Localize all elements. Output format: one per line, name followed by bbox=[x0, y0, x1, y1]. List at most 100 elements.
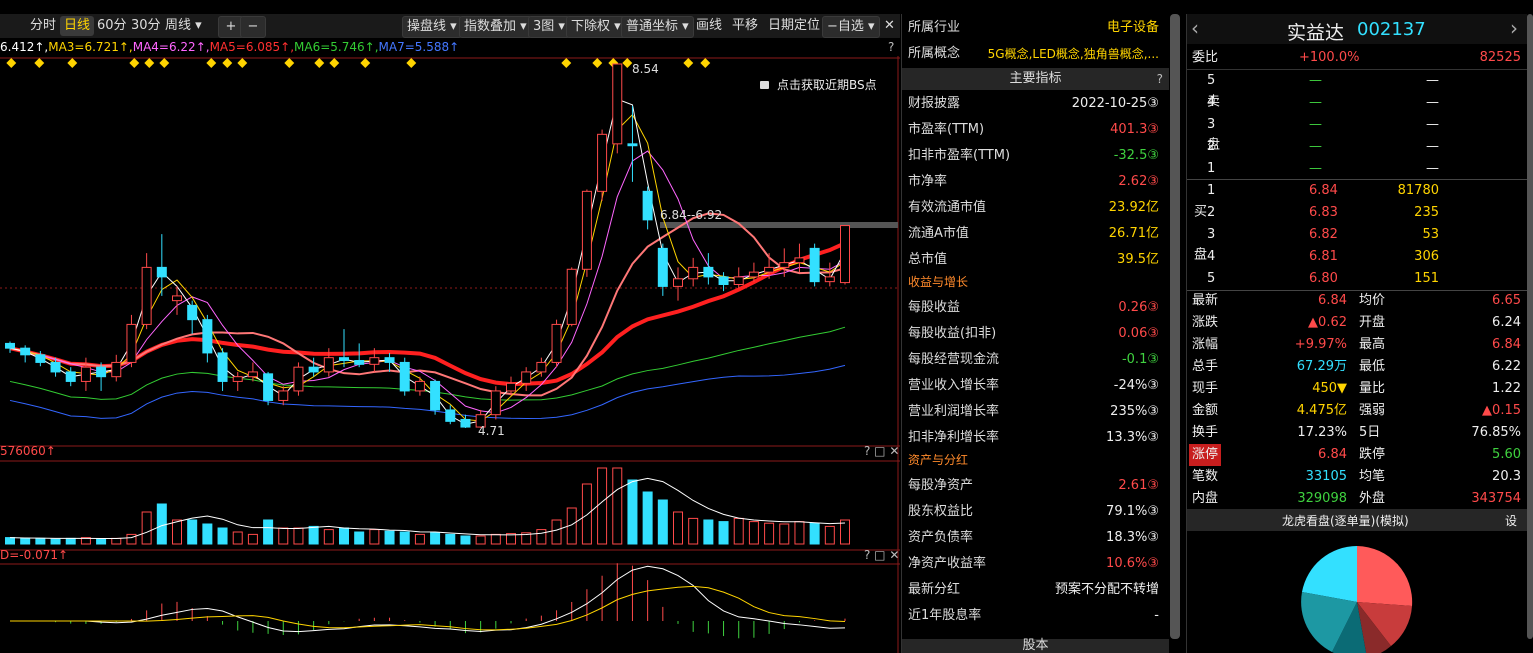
volume-bar bbox=[475, 535, 486, 545]
prev-stock-icon[interactable]: ‹ bbox=[1191, 16, 1199, 40]
volume-bar bbox=[278, 527, 289, 545]
order-book-row[interactable]: 5 — — bbox=[1187, 70, 1527, 92]
draw-line-button[interactable]: 画线 bbox=[692, 16, 726, 36]
kline-chart-area[interactable]: 分时 日线 60分 30分 周线 ▾ + − 操盘线 ▾ 指数叠加 ▾ 3图 ▾… bbox=[0, 0, 900, 653]
order-book-row[interactable]: 3 6.82 53 bbox=[1187, 224, 1527, 246]
indicator-value[interactable]: 0.06③ bbox=[1118, 323, 1159, 345]
volume-bar bbox=[794, 521, 805, 545]
order-book-row[interactable]: 2— — bbox=[1187, 136, 1527, 158]
volume-bar bbox=[20, 537, 31, 545]
share-capital-header[interactable]: 股本 bbox=[902, 639, 1169, 653]
bs-hint[interactable]: 点击获取近期BS点 bbox=[760, 76, 877, 93]
candle-body bbox=[506, 382, 516, 392]
order-price: — bbox=[1309, 117, 1322, 132]
bs-marker bbox=[622, 58, 633, 68]
indicator-value[interactable]: 18.3%③ bbox=[1106, 527, 1159, 549]
main-indicators-title: 主要指标 bbox=[1009, 71, 1062, 86]
indicator-value[interactable]: 2022-10-25③ bbox=[1072, 93, 1159, 115]
volume-bar bbox=[156, 503, 167, 545]
pan-button[interactable]: 平移 bbox=[728, 16, 762, 36]
stat-label: 强弱 bbox=[1359, 403, 1386, 418]
candle-body bbox=[824, 276, 835, 283]
industry-row: 所属行业 电子设备 bbox=[908, 17, 1163, 39]
volume-bar bbox=[126, 533, 137, 545]
indicator-row: 资产负债率 18.3%③ bbox=[908, 527, 1163, 549]
candle-body bbox=[232, 376, 243, 382]
candle-body bbox=[339, 357, 349, 362]
volume-bar bbox=[703, 519, 714, 545]
quote-scrollbar[interactable] bbox=[1527, 14, 1533, 639]
indicator-value[interactable]: - bbox=[1154, 605, 1159, 627]
indicator-value[interactable]: 2.62③ bbox=[1118, 171, 1159, 193]
indicator-value[interactable]: 13.3%③ bbox=[1106, 427, 1159, 449]
order-book-row[interactable]: 5 6.80 151 bbox=[1187, 268, 1527, 290]
indicator-value[interactable]: 2.61③ bbox=[1118, 475, 1159, 497]
indicator-value[interactable]: 39.5亿 bbox=[1117, 249, 1159, 271]
candle-body bbox=[293, 366, 304, 392]
indicator-value[interactable]: 79.1%③ bbox=[1106, 501, 1159, 523]
candle-body bbox=[490, 390, 501, 416]
industry-label: 所属行业 bbox=[908, 20, 961, 35]
dragon-settings-button[interactable]: 设 bbox=[1505, 512, 1517, 529]
order-book-row[interactable]: 4 6.81 306 bbox=[1187, 246, 1527, 268]
indicator-row: 每股净资产 2.61③ bbox=[908, 475, 1163, 497]
indicator-value[interactable]: 401.3③ bbox=[1110, 119, 1159, 141]
indicator-value[interactable]: 26.71亿 bbox=[1109, 223, 1159, 245]
candle-body bbox=[50, 361, 61, 373]
help-icon[interactable]: ? bbox=[888, 40, 894, 54]
candle-body bbox=[5, 342, 15, 349]
zoom-out-button[interactable]: − bbox=[240, 16, 266, 38]
indicator-label: 营业收入增长率 bbox=[908, 378, 1000, 393]
candle-body bbox=[20, 347, 31, 356]
indicator-value[interactable]: 0.26③ bbox=[1118, 297, 1159, 319]
volume-bar bbox=[141, 511, 152, 545]
tab-30min[interactable]: 30分 bbox=[127, 16, 165, 36]
tab-weekly-dropdown[interactable]: 周线 ▾ bbox=[161, 16, 206, 36]
indicator-value[interactable]: 235%③ bbox=[1110, 401, 1159, 423]
date-locate-button[interactable]: 日期定位 bbox=[764, 16, 824, 36]
bs-marker bbox=[6, 58, 17, 68]
tab-60min[interactable]: 60分 bbox=[93, 16, 131, 36]
volume-panel-controls[interactable]: ? □ ✕ bbox=[864, 444, 899, 458]
concept-value[interactable]: 5G概念,LED概念,独角兽概念,... bbox=[988, 43, 1159, 65]
order-price: — bbox=[1309, 161, 1322, 176]
indicator-value[interactable]: 预案不分配不转增 bbox=[1055, 579, 1159, 601]
tab-daily[interactable]: 日线 bbox=[60, 16, 95, 36]
order-book-row[interactable]: 1 6.84 81780 bbox=[1187, 180, 1527, 202]
stat-label: 涨幅 bbox=[1192, 337, 1219, 352]
coordinate-dropdown[interactable]: 普通坐标 ▾ bbox=[621, 16, 694, 38]
macd-panel-controls[interactable]: ? □ ✕ bbox=[864, 548, 899, 562]
volume-bar bbox=[399, 531, 410, 545]
candle-body bbox=[779, 262, 790, 268]
bs-marker bbox=[360, 58, 371, 68]
ex-rights-dropdown[interactable]: 下除权 ▾ bbox=[566, 16, 626, 38]
fundamentals-scrollbar[interactable] bbox=[1170, 14, 1180, 639]
index-overlay-dropdown[interactable]: 指数叠加 ▾ bbox=[459, 16, 532, 38]
order-book-row[interactable]: 3— — bbox=[1187, 114, 1527, 136]
bs-marker bbox=[592, 58, 603, 68]
indicator-value[interactable]: -32.5③ bbox=[1114, 145, 1159, 167]
indicator-value[interactable]: 23.92亿 bbox=[1109, 197, 1159, 219]
industry-value[interactable]: 电子设备 bbox=[1107, 17, 1159, 39]
three-charts-dropdown[interactable]: 3图 ▾ bbox=[528, 16, 570, 38]
order-price: 6.83 bbox=[1309, 205, 1338, 220]
indicator-label: 每股净资产 bbox=[908, 478, 974, 493]
help-icon[interactable]: ? bbox=[1157, 68, 1163, 90]
indicator-value[interactable]: 10.6%③ bbox=[1106, 553, 1159, 575]
next-stock-icon[interactable]: › bbox=[1510, 16, 1518, 40]
order-book-row[interactable]: 4— — bbox=[1187, 92, 1527, 114]
indicator-value[interactable]: -0.1③ bbox=[1122, 349, 1159, 371]
volume-bar bbox=[460, 535, 471, 545]
close-icon[interactable]: ✕ bbox=[880, 16, 899, 36]
volume-bar bbox=[657, 499, 668, 545]
watchlist-dropdown[interactable]: −自选 ▾ bbox=[822, 16, 880, 38]
weibi-row: 委比 +100.0% 82525 bbox=[1187, 47, 1527, 70]
order-book-row[interactable]: 2 6.83 235 bbox=[1187, 202, 1527, 224]
operation-line-dropdown[interactable]: 操盘线 ▾ bbox=[402, 16, 462, 38]
indicator-value[interactable]: -24%③ bbox=[1114, 375, 1159, 397]
order-price: 6.82 bbox=[1309, 227, 1338, 242]
order-book-row[interactable]: 1— — bbox=[1187, 158, 1527, 180]
buy-side-label: 买盘 bbox=[1189, 204, 1206, 290]
stat-label: 开盘 bbox=[1359, 315, 1386, 330]
tab-timeshare[interactable]: 分时 bbox=[26, 16, 60, 36]
